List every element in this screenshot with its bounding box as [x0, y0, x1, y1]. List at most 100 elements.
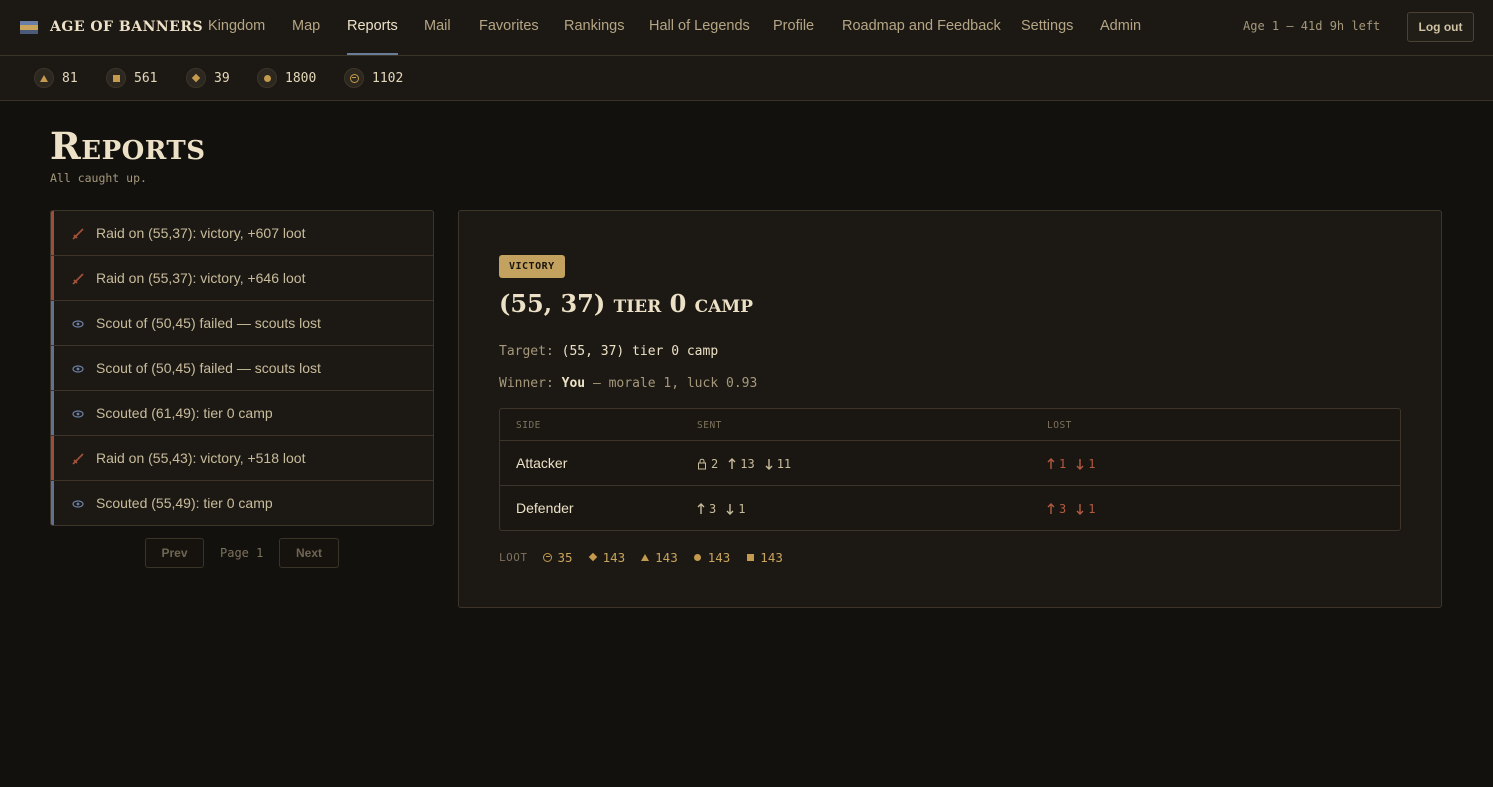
- eye-icon: [72, 320, 84, 328]
- report-title: (55, 37) tier 0 camp: [499, 289, 753, 318]
- prev-page-button[interactable]: Prev: [145, 538, 204, 568]
- nav-reports[interactable]: Reports: [347, 0, 398, 55]
- report-text: Raid on (55,37): victory, +646 loot: [96, 270, 306, 286]
- top-navbar: AGE OF BANNERS Kingdom Map Reports Mail …: [0, 0, 1493, 56]
- loot-item: 143: [639, 550, 678, 565]
- arrow-down-icon: [1076, 504, 1084, 515]
- header-side: SIDE: [516, 420, 541, 431]
- table-row: Attacker 2 13 11 1 1: [500, 441, 1400, 486]
- triangle-icon: [34, 68, 54, 88]
- nav-hall-of-legends[interactable]: Hall of Legends: [649, 0, 750, 55]
- report-type-bar: [51, 346, 54, 390]
- lost-units: 1 1: [1047, 457, 1105, 471]
- nav-roadmap-feedback[interactable]: Roadmap and Feedback: [842, 0, 1001, 55]
- unit-count: 1: [1076, 502, 1095, 516]
- eye-icon: [72, 365, 84, 373]
- arrow-up-icon: [697, 503, 705, 514]
- brand[interactable]: AGE OF BANNERS: [20, 0, 203, 54]
- minus-circle-icon: [344, 68, 364, 88]
- battle-table-header: SIDE SENT LOST: [500, 409, 1400, 441]
- header-sent: SENT: [697, 420, 722, 431]
- circle-icon: [257, 68, 277, 88]
- nav-map[interactable]: Map: [292, 0, 320, 55]
- page-label: Page 1: [220, 546, 264, 560]
- resource-value: 81: [62, 70, 78, 86]
- resource-value: 1800: [285, 70, 317, 86]
- loot-item: 143: [692, 549, 731, 565]
- arrow-up-icon: [728, 458, 736, 469]
- nav-profile[interactable]: Profile: [773, 0, 814, 55]
- report-text: Scouted (61,49): tier 0 camp: [96, 405, 273, 421]
- report-item[interactable]: Scout of (50,45) failed — scouts lost: [51, 301, 433, 346]
- lock-icon: [698, 458, 706, 470]
- loot-value: 143: [760, 549, 783, 565]
- unit-count: 1: [726, 502, 745, 516]
- report-type-bar: [51, 481, 54, 525]
- winner-extra: — morale 1, luck 0.93: [592, 376, 758, 391]
- page-subtitle: All caught up.: [50, 171, 147, 185]
- report-type-bar: [51, 391, 54, 435]
- arrow-down-icon: [1076, 459, 1084, 470]
- unit-count: 3: [697, 502, 716, 516]
- report-text: Raid on (55,37): victory, +607 loot: [96, 225, 306, 241]
- next-page-button[interactable]: Next: [279, 538, 339, 568]
- resource-value: 39: [214, 70, 230, 86]
- page-title: Reports: [50, 124, 206, 168]
- report-list: Raid on (55,37): victory, +607 loot Raid…: [50, 210, 434, 526]
- nav-mail[interactable]: Mail: [424, 0, 451, 55]
- triangle-icon: [639, 551, 651, 563]
- battle-table: SIDE SENT LOST Attacker 2 13 11 1 1 Defe…: [499, 408, 1401, 531]
- eye-icon: [72, 410, 84, 418]
- loot-item: 35: [542, 550, 573, 565]
- loot-summary: LOOT 35 143 143 143 143: [499, 549, 797, 565]
- loot-value: 143: [602, 549, 626, 565]
- unit-count: 1: [1047, 457, 1066, 471]
- report-item[interactable]: Scout of (50,45) failed — scouts lost: [51, 346, 433, 391]
- result-badge: VICTORY: [499, 255, 565, 278]
- arrow-up-icon: [1047, 458, 1055, 469]
- arrow-down-icon: [765, 459, 773, 470]
- age-status: Age 1 — 41d 9h left: [1243, 19, 1381, 33]
- report-detail-panel: VICTORY (55, 37) tier 0 camp Target: (55…: [458, 210, 1442, 608]
- report-type-bar: [51, 256, 54, 300]
- report-item[interactable]: Scouted (61,49): tier 0 camp: [51, 391, 433, 436]
- winner-value: You: [561, 376, 586, 391]
- target-line: Target: (55, 37) tier 0 camp: [499, 344, 718, 359]
- report-item[interactable]: Raid on (55,43): victory, +518 loot: [51, 436, 433, 481]
- nav-favorites[interactable]: Favorites: [479, 0, 539, 55]
- unit-count: 2: [697, 457, 718, 471]
- lost-units: 3 1: [1047, 502, 1105, 516]
- report-text: Scout of (50,45) failed — scouts lost: [96, 360, 321, 376]
- nav-admin[interactable]: Admin: [1100, 0, 1141, 55]
- banner-flag-icon: [20, 20, 38, 34]
- arrow-up-icon: [1047, 503, 1055, 514]
- resource-value: 561: [134, 70, 158, 86]
- header-lost: LOST: [1047, 420, 1072, 431]
- target-value: (55, 37) tier 0 camp: [561, 344, 719, 359]
- resource-item: 1800: [257, 68, 316, 88]
- circle-icon: [692, 551, 704, 563]
- winner-label: Winner:: [499, 376, 554, 391]
- resource-item: 561: [106, 68, 157, 88]
- arrow-down-icon: [726, 504, 734, 515]
- loot-value: 143: [655, 549, 678, 565]
- target-label: Target:: [499, 344, 554, 359]
- report-text: Raid on (55,43): victory, +518 loot: [96, 450, 306, 466]
- report-item[interactable]: Raid on (55,37): victory, +607 loot: [51, 211, 433, 256]
- unit-count: 1: [1076, 457, 1095, 471]
- logout-button[interactable]: Log out: [1407, 12, 1474, 42]
- report-type-bar: [51, 301, 54, 345]
- nav-settings[interactable]: Settings: [1021, 0, 1073, 55]
- sent-units: 2 13 11: [697, 457, 801, 471]
- nav-rankings[interactable]: Rankings: [564, 0, 624, 55]
- nav-kingdom[interactable]: Kingdom: [208, 0, 265, 55]
- report-item[interactable]: Scouted (55,49): tier 0 camp: [51, 481, 433, 525]
- loot-label: LOOT: [499, 550, 528, 564]
- unit-count: 13: [728, 457, 755, 471]
- square-icon: [744, 551, 756, 563]
- report-item[interactable]: Raid on (55,37): victory, +646 loot: [51, 256, 433, 301]
- loot-value: 143: [707, 549, 731, 565]
- side-attacker: Attacker: [516, 455, 568, 471]
- sent-units: 3 1: [697, 502, 755, 516]
- report-text: Scout of (50,45) failed — scouts lost: [96, 315, 321, 331]
